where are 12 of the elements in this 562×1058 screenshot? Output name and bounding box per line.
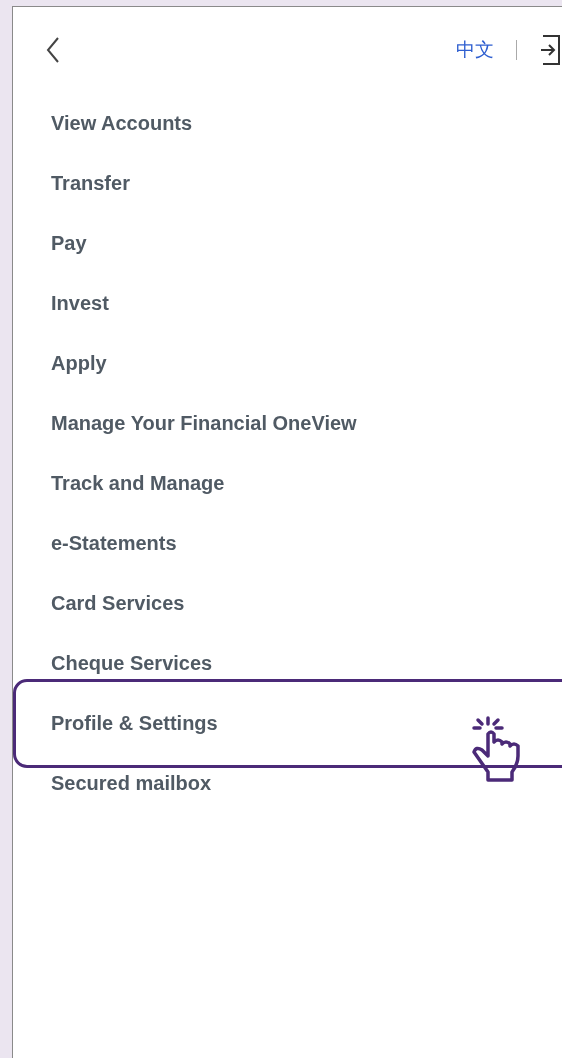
menu-item[interactable]: Manage Your Financial OneView <box>51 393 562 453</box>
menu-item[interactable]: Transfer <box>51 153 562 213</box>
logout-icon[interactable] <box>539 34 562 66</box>
menu-item[interactable]: e-Statements <box>51 513 562 573</box>
menu-item[interactable]: View Accounts <box>51 93 562 153</box>
menu-item[interactable]: Invest <box>51 273 562 333</box>
menu-item[interactable]: Apply <box>51 333 562 393</box>
menu-item[interactable]: Pay <box>51 213 562 273</box>
back-icon[interactable] <box>45 36 61 64</box>
language-link[interactable]: 中文 <box>456 35 494 65</box>
menu-item[interactable]: Card Services <box>51 573 562 633</box>
menu-item[interactable]: Track and Manage <box>51 453 562 513</box>
